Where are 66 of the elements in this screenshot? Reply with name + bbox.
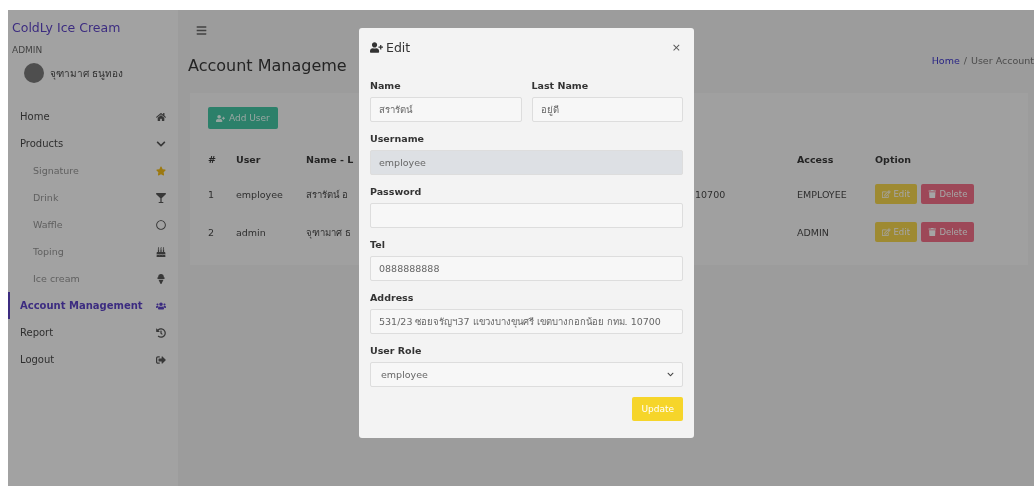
input-field[interactable]: สรารัตน์ [370,97,522,122]
sidebar-item[interactable]: Products [8,130,178,157]
column-header: Access [797,153,834,165]
close-button[interactable]: × [669,41,683,54]
sidebar-item[interactable]: Toping [8,238,178,265]
column-header: User [236,153,261,165]
table-cell-text: จุฑามาศ ธ [306,225,352,240]
menu-icon[interactable] [196,24,207,36]
table-cell: employee [236,188,283,200]
field-label: Address [370,290,415,305]
ice-cream-icon [156,273,166,284]
input-field[interactable] [370,203,683,228]
sidebar-item[interactable]: Report [8,319,178,346]
select-field[interactable]: employee [370,362,683,387]
page-title: Account Manageme [188,56,347,75]
field-label: Username [370,131,425,146]
breadcrumb-separator: / [963,55,967,66]
delete-button[interactable]: Delete [920,184,975,204]
dialog-title: Edit [386,40,411,55]
input-field[interactable]: 0888888888 [370,256,683,281]
sidebar-item[interactable]: Drink [8,184,178,211]
star-icon [156,165,166,176]
user-name: จุฑามาศ ธนูทอง [50,66,124,81]
table-cell: admin [236,226,266,238]
sidebar-item[interactable]: Ice cream [8,265,178,292]
user-role: ADMIN [11,45,44,55]
user-plus-icon [216,113,225,123]
sidebar-item[interactable]: Account Management [8,292,178,319]
trash-icon [927,189,937,199]
input-field[interactable]: 531/23 ซอยจรัญฯ37 แขวงบางขุนศรี เขตบางกอกน้อย กทม. 10700 [370,309,683,334]
trash-icon [927,227,937,237]
avatar [24,63,44,83]
field-label: Password [370,184,423,199]
user-plus-icon [370,41,383,54]
column-header: Option [875,153,911,165]
table-cell: EMPLOYEE [797,188,847,200]
table-cell: ADMIN [797,226,829,238]
breadcrumb-link[interactable]: Home [931,55,960,66]
sidebar-item[interactable]: Waffle [8,211,178,238]
history-icon [156,327,166,338]
input-field[interactable]: อยู่ดี [531,97,683,122]
breadcrumb-current: User Account [970,55,1034,66]
table-cell: 10700 [695,188,726,200]
chevron-down-icon [667,371,674,378]
table-cell: 1 [208,188,215,200]
column-header: Name - L [306,153,354,165]
table-cell: 2 [208,226,215,238]
field-label: User Role [370,343,423,358]
brand-name: ColdLy Ice Cream [11,20,122,35]
logout-icon [156,354,166,365]
cake-icon [156,246,166,257]
delete-button[interactable]: Delete [920,222,975,242]
table-cell-text: สรารัตน์ อ [306,187,349,202]
field-label: Last Name [531,78,590,93]
glass-icon [156,192,166,203]
sidebar-item[interactable]: Logout [8,346,178,373]
column-header: # [208,153,216,165]
home-icon [156,111,166,122]
sidebar-item[interactable]: Signature [8,157,178,184]
field-label: Name [370,78,402,93]
edit-icon [882,227,891,237]
field-label: Tel [370,237,386,252]
users-icon [156,300,166,311]
edit-icon [882,189,891,199]
chevron-down-icon [156,138,166,149]
sidebar-item[interactable]: Home [8,103,178,130]
